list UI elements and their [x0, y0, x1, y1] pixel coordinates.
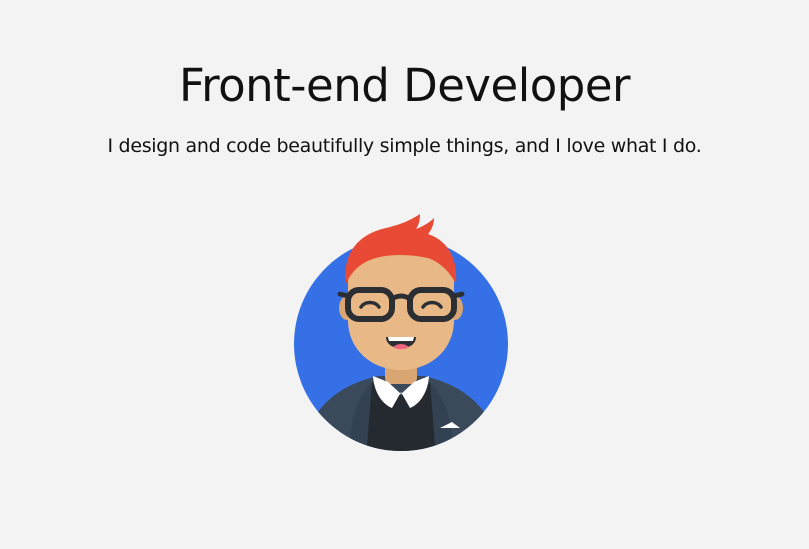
- developer-avatar-icon: [294, 214, 508, 451]
- avatar: [290, 210, 512, 458]
- hero-section: Front-end Developer I design and code be…: [0, 0, 809, 549]
- page-subtitle: I design and code beautifully simple thi…: [107, 135, 702, 157]
- page-title: Front-end Developer: [178, 59, 631, 112]
